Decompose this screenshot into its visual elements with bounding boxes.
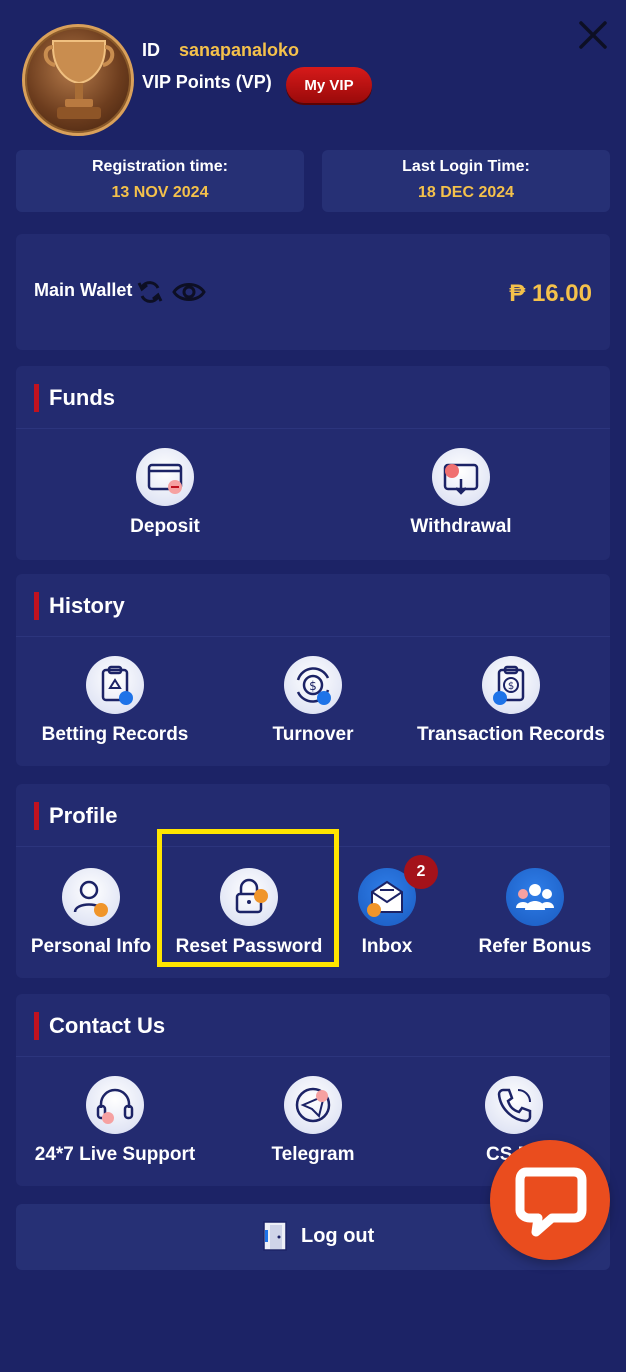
svg-text:$: $ xyxy=(508,681,514,692)
telegram-icon xyxy=(284,1076,342,1134)
deposit-button[interactable]: Deposit xyxy=(110,448,220,538)
registration-time-value: 13 NOV 2024 xyxy=(111,184,209,201)
contact-us-title: Contact Us xyxy=(34,1012,165,1040)
user-icon xyxy=(62,868,120,926)
highlight-box xyxy=(157,829,339,967)
profile-title: Profile xyxy=(34,802,117,830)
transaction-records-icon: $ xyxy=(482,656,540,714)
id-label: ID xyxy=(142,40,160,60)
personal-info-button[interactable]: Personal Info xyxy=(24,868,158,958)
main-wallet-balance: ₱ 16.00 xyxy=(509,280,592,307)
transaction-records-label: Transaction Records xyxy=(417,724,605,745)
vip-trophy-avatar[interactable] xyxy=(22,24,134,136)
turnover-button[interactable]: $ Turnover xyxy=(248,656,378,746)
deposit-label: Deposit xyxy=(130,516,200,537)
live-chat-button[interactable] xyxy=(490,1140,610,1260)
betting-records-icon xyxy=(86,656,144,714)
section-divider xyxy=(16,1056,610,1057)
last-login-card: Last Login Time: 18 DEC 2024 xyxy=(322,150,610,212)
betting-records-button[interactable]: Betting Records xyxy=(40,656,190,746)
user-id-row: ID sanapanaloko xyxy=(142,40,299,61)
last-login-label: Last Login Time: xyxy=(402,158,530,175)
deposit-card-icon xyxy=(136,448,194,506)
turnover-label: Turnover xyxy=(272,724,354,745)
history-title: History xyxy=(34,592,125,620)
registration-time-label: Registration time: xyxy=(91,158,228,175)
live-support-label: 24*7 Live Support xyxy=(34,1144,196,1165)
telegram-label: Telegram xyxy=(271,1144,355,1165)
eye-icon[interactable] xyxy=(172,278,206,306)
withdrawal-button[interactable]: Withdrawal xyxy=(396,448,526,538)
telegram-button[interactable]: Telegram xyxy=(248,1076,378,1166)
logout-content: Log out xyxy=(261,1220,374,1252)
phone-icon xyxy=(485,1076,543,1134)
main-wallet-panel: Main Wallet ₱ 16.00 xyxy=(16,234,610,350)
account-header: ID sanapanaloko VIP Points (VP) My VIP xyxy=(0,0,626,140)
last-login-value: 18 DEC 2024 xyxy=(417,184,515,201)
funds-title: Funds xyxy=(34,384,115,412)
my-vip-button[interactable]: My VIP xyxy=(286,67,372,103)
group-icon xyxy=(506,868,564,926)
refer-bonus-label: Refer Bonus xyxy=(478,936,592,957)
inbox-unread-badge: 2 xyxy=(404,855,438,889)
close-icon[interactable] xyxy=(576,18,610,52)
withdrawal-label: Withdrawal xyxy=(410,516,512,537)
funds-section: Funds Deposit Withdrawal xyxy=(16,366,610,560)
inbox-label: Inbox xyxy=(361,936,413,957)
main-wallet-label: Main Wallet xyxy=(34,280,133,300)
live-support-button[interactable]: 24*7 Live Support xyxy=(30,1076,200,1166)
section-divider xyxy=(16,428,610,429)
headset-icon xyxy=(86,1076,144,1134)
personal-info-label: Personal Info xyxy=(30,936,152,957)
username: sanapanaloko xyxy=(179,40,300,60)
withdrawal-card-icon xyxy=(432,448,490,506)
refresh-icon[interactable] xyxy=(136,278,164,306)
refer-bonus-button[interactable]: Refer Bonus xyxy=(462,868,608,958)
trophy-icon xyxy=(43,40,115,119)
history-section: History Betting Records $ Turnover $ Tra… xyxy=(16,574,610,766)
transaction-records-button[interactable]: $ Transaction Records xyxy=(416,656,606,746)
logout-label: Log out xyxy=(301,1224,375,1247)
vip-points-label: VIP Points (VP) xyxy=(142,72,272,92)
chat-bubble-icon xyxy=(515,1167,587,1237)
registration-time-card: Registration time: 13 NOV 2024 xyxy=(16,150,304,212)
betting-records-label: Betting Records xyxy=(41,724,189,745)
svg-text:$: $ xyxy=(309,679,317,693)
section-divider xyxy=(16,636,610,637)
logout-door-icon xyxy=(261,1220,289,1252)
turnover-icon: $ xyxy=(284,656,342,714)
